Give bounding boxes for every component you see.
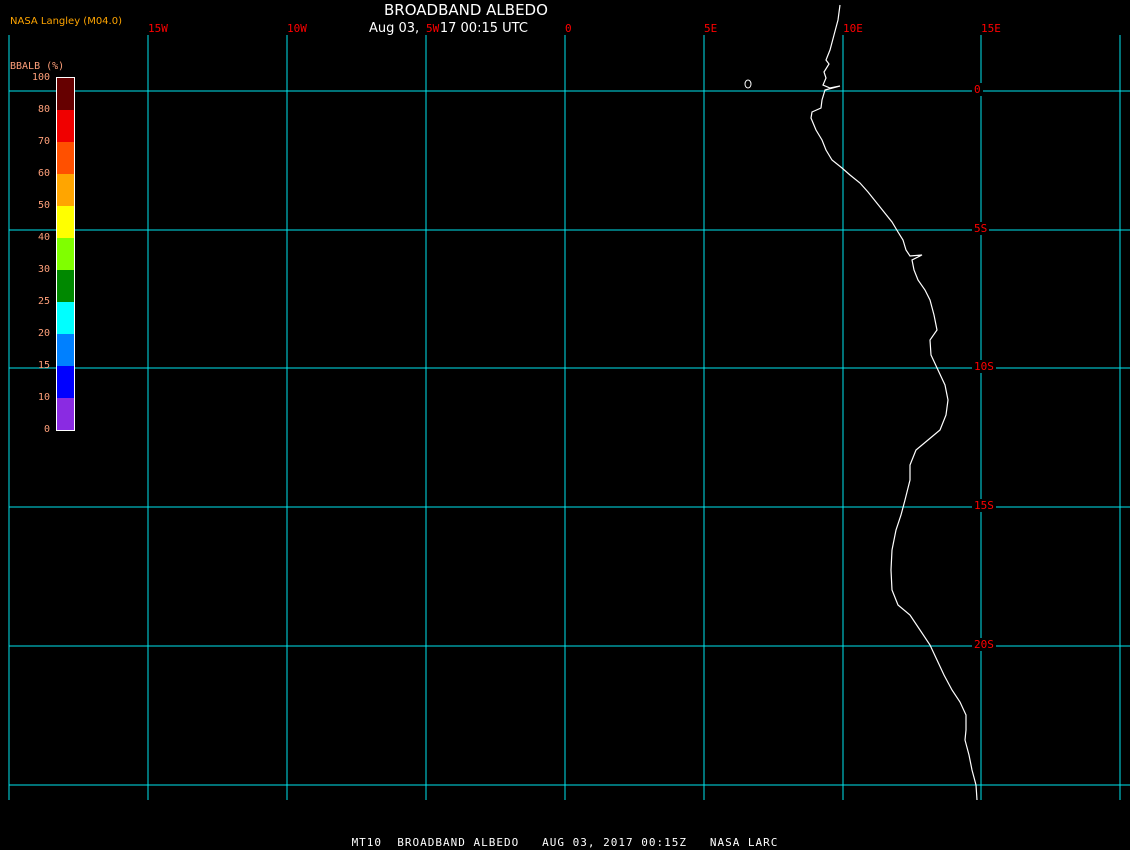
longitude-label: 15E: [979, 22, 1003, 35]
island-outline: [744, 79, 752, 89]
legend-tick: 50: [37, 200, 50, 211]
longitude-label: 0: [563, 22, 574, 35]
legend-tick: 30: [37, 264, 50, 275]
legend-tick: 25: [37, 296, 50, 307]
color-bar-segment: [57, 270, 74, 302]
legend-tick: 70: [37, 136, 50, 147]
longitude-label: 15W: [146, 22, 170, 35]
color-bar-segment: [57, 206, 74, 238]
latitude-label: 15S: [972, 499, 996, 512]
color-bar-segment: [57, 78, 74, 110]
credit-label: NASA Langley (M04.0): [10, 16, 122, 27]
map-canvas: [8, 4, 1130, 801]
color-bar-segment: [57, 366, 74, 398]
color-bar-segment: [57, 302, 74, 334]
longitude-label: 5W: [424, 22, 442, 35]
legend-tick: 60: [37, 168, 50, 179]
legend-tick: 80: [37, 104, 50, 115]
legend-tick: 10: [37, 392, 50, 403]
color-bar: [56, 77, 75, 431]
legend-tick: 40: [37, 232, 50, 243]
longitude-label: 10W: [285, 22, 309, 35]
legend-tick: 20: [37, 328, 50, 339]
coastline: [810, 4, 978, 801]
color-bar-segment: [57, 110, 74, 142]
legend-tick: 100: [31, 72, 50, 83]
longitude-label: 5E: [702, 22, 720, 35]
longitude-label: 10E: [841, 22, 865, 35]
legend-tick: 15: [37, 360, 50, 371]
color-bar-segment: [57, 238, 74, 270]
color-bar-segment: [57, 142, 74, 174]
color-bar-segment: [57, 334, 74, 366]
legend-title: BBALB (%): [10, 61, 65, 72]
color-bar-segment: [57, 398, 74, 430]
latitude-label: 10S: [972, 360, 996, 373]
map-datetime: Aug 03, 2017 00:15 UTC: [369, 21, 528, 36]
latitude-label: 0: [972, 83, 983, 96]
color-bar-segment: [57, 174, 74, 206]
map-title: BROADBAND ALBEDO: [384, 1, 548, 19]
footer-caption: MT10 BROADBAND ALBEDO AUG 03, 2017 00:15…: [351, 836, 779, 849]
legend-tick: 0: [43, 424, 50, 435]
latitude-label: 20S: [972, 638, 996, 651]
latitude-label: 5S: [972, 222, 990, 235]
